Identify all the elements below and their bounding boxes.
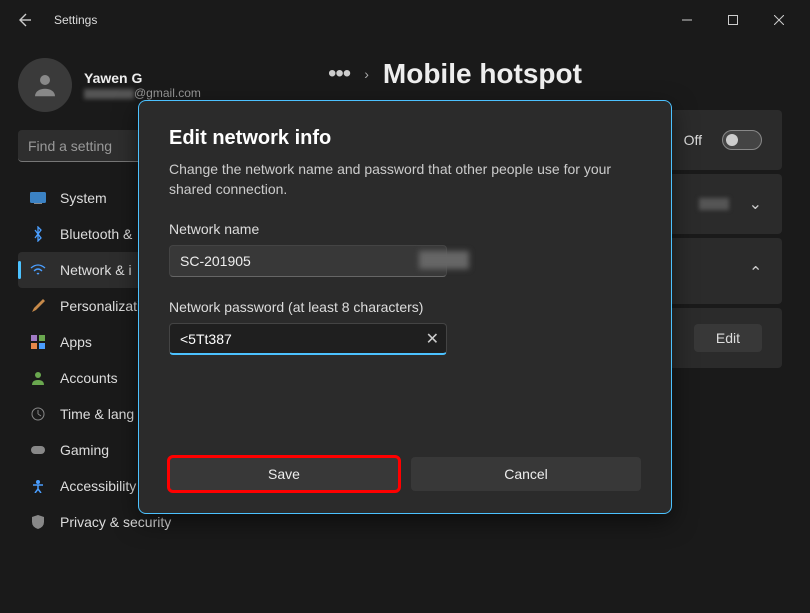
- accessibility-icon: [30, 478, 46, 494]
- profile-name: Yawen G: [84, 70, 201, 86]
- breadcrumb-ellipsis[interactable]: •••: [328, 60, 350, 88]
- sidebar-item-label: Privacy & security: [60, 514, 171, 530]
- edit-network-dialog: Edit network info Change the network nam…: [138, 100, 672, 514]
- minimize-button[interactable]: [664, 4, 710, 36]
- network-name-input[interactable]: [169, 245, 447, 277]
- sidebar-item-label: Accessibility: [60, 478, 136, 494]
- apps-icon: [30, 334, 46, 350]
- network-name-label: Network name: [169, 221, 641, 237]
- wifi-icon: [30, 262, 46, 278]
- save-button[interactable]: Save: [169, 457, 399, 491]
- chevron-up-icon: ⌄: [749, 261, 762, 281]
- page-title: Mobile hotspot: [383, 58, 582, 90]
- sidebar-item-label: Gaming: [60, 442, 109, 458]
- person-icon: [30, 370, 46, 386]
- gaming-icon: [30, 442, 46, 458]
- avatar: [18, 58, 72, 112]
- clock-icon: [30, 406, 46, 422]
- back-button[interactable]: [8, 4, 40, 36]
- network-password-input[interactable]: [169, 323, 447, 355]
- sidebar-item-label: Personalizatio: [60, 298, 148, 314]
- profile-email: @gmail.com: [84, 86, 201, 100]
- sidebar-item-label: Time & lang: [60, 406, 134, 422]
- sidebar-item-label: Apps: [60, 334, 92, 350]
- sidebar-item-label: Accounts: [60, 370, 118, 386]
- cancel-button[interactable]: Cancel: [411, 457, 641, 491]
- system-icon: [30, 190, 46, 206]
- window-title: Settings: [54, 13, 97, 27]
- chevron-right-icon: ›: [364, 66, 369, 82]
- sidebar-item-label: Network & i: [60, 262, 132, 278]
- hotspot-toggle[interactable]: [722, 130, 762, 150]
- toggle-state-label: Off: [684, 132, 702, 148]
- brush-icon: [30, 298, 46, 314]
- edit-button[interactable]: Edit: [694, 324, 762, 352]
- network-password-label: Network password (at least 8 characters): [169, 299, 641, 315]
- chevron-down-icon: ⌄: [749, 194, 762, 214]
- close-button[interactable]: [756, 4, 802, 36]
- dialog-description: Change the network name and password tha…: [169, 160, 641, 199]
- sidebar-item-label: Bluetooth &: [60, 226, 132, 242]
- clear-password-button[interactable]: ✕: [426, 329, 439, 349]
- shield-icon: [30, 514, 46, 530]
- bluetooth-icon: [30, 226, 46, 242]
- dialog-title: Edit network info: [169, 127, 641, 150]
- maximize-button[interactable]: [710, 4, 756, 36]
- sidebar-item-label: System: [60, 190, 107, 206]
